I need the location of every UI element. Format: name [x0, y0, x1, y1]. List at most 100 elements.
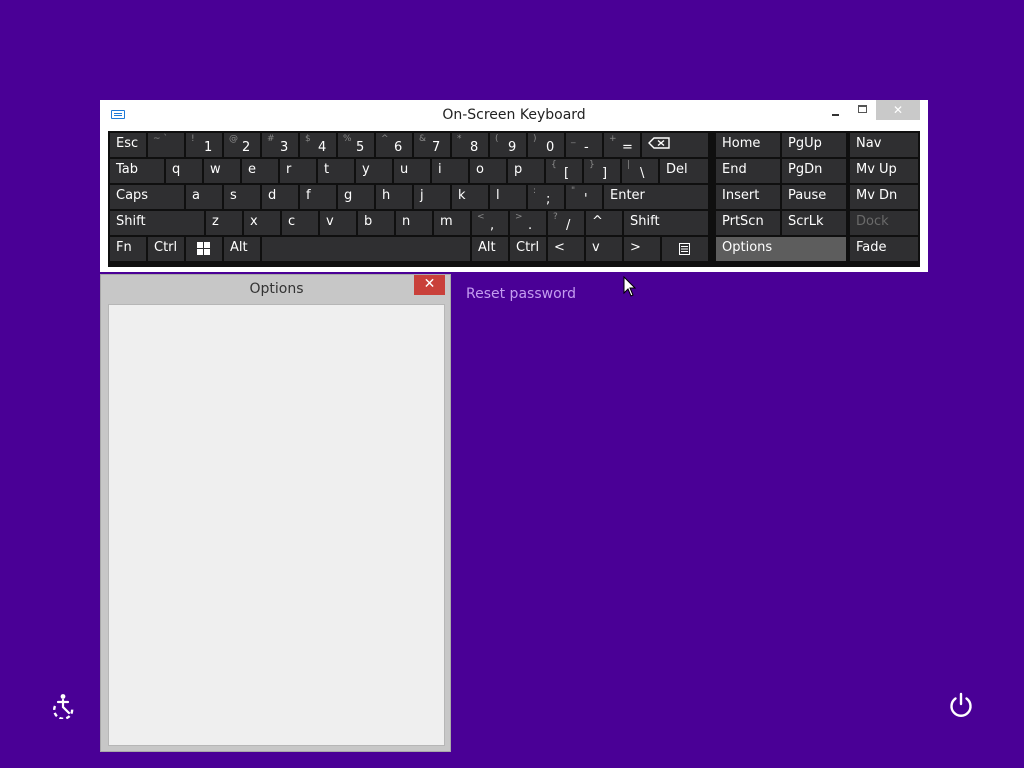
key-label: End	[722, 162, 747, 177]
osk-titlebar[interactable]: On-Screen Keyboard ✕	[100, 100, 928, 130]
key-1[interactable]: ! 1	[186, 133, 222, 157]
key-backspace[interactable]	[642, 133, 708, 157]
key-shift-left[interactable]: Shift	[110, 211, 204, 235]
ease-of-access-icon[interactable]	[50, 693, 78, 719]
key-pgup[interactable]: PgUp	[782, 133, 846, 157]
options-close-button[interactable]: ✕	[414, 275, 445, 295]
key-scrlk[interactable]: ScrLk	[782, 211, 846, 235]
key-x[interactable]: x	[244, 211, 280, 235]
key-n[interactable]: n	[396, 211, 432, 235]
key-0[interactable]: ) 0	[528, 133, 564, 157]
key-windows[interactable]	[186, 237, 222, 261]
key-g[interactable]: g	[338, 185, 374, 209]
key-insert[interactable]: Insert	[716, 185, 780, 209]
key-label: 2	[242, 140, 251, 155]
key-ctrl-right[interactable]: Ctrl	[510, 237, 546, 261]
key-quote[interactable]: " '	[566, 185, 602, 209]
key-end[interactable]: End	[716, 159, 780, 183]
key-alt-left[interactable]: Alt	[224, 237, 260, 261]
key-semicolon[interactable]: :;	[528, 185, 564, 209]
key-minus[interactable]: _ -	[566, 133, 602, 157]
key-arrow-up[interactable]: ^	[586, 211, 622, 235]
key-backslash[interactable]: | \	[622, 159, 658, 183]
key-c[interactable]: c	[282, 211, 318, 235]
maximize-button[interactable]	[850, 100, 874, 120]
key-i[interactable]: i	[432, 159, 468, 183]
key-h[interactable]: h	[376, 185, 412, 209]
key-enter[interactable]: Enter	[604, 185, 708, 209]
key-f[interactable]: f	[300, 185, 336, 209]
key-tab[interactable]: Tab	[110, 159, 164, 183]
key-e[interactable]: e	[242, 159, 278, 183]
key-close-bracket[interactable]: }]	[584, 159, 620, 183]
key-2[interactable]: @2	[224, 133, 260, 157]
key-k[interactable]: k	[452, 185, 488, 209]
key-b[interactable]: b	[358, 211, 394, 235]
key-alt-right[interactable]: Alt	[472, 237, 508, 261]
key-home[interactable]: Home	[716, 133, 780, 157]
key-v[interactable]: v	[320, 211, 356, 235]
key-u[interactable]: u	[394, 159, 430, 183]
on-screen-keyboard-window: On-Screen Keyboard ✕ Esc ~ ` ! 1 @2 #3 $4…	[100, 100, 928, 272]
key-tilde[interactable]: ~ `	[148, 133, 184, 157]
key-arrow-left[interactable]: <	[548, 237, 584, 261]
reset-password-link[interactable]: Reset password	[466, 286, 576, 302]
key-label: q	[172, 162, 181, 177]
key-label: u	[400, 162, 409, 177]
key-slash[interactable]: ? /	[548, 211, 584, 235]
key-3[interactable]: #3	[262, 133, 298, 157]
key-arrow-right[interactable]: >	[624, 237, 660, 261]
key-mv-up[interactable]: Mv Up	[850, 159, 918, 183]
power-icon[interactable]	[947, 691, 975, 719]
key-l[interactable]: l	[490, 185, 526, 209]
key-t[interactable]: t	[318, 159, 354, 183]
options-window-title: Options	[249, 281, 304, 297]
key-esc[interactable]: Esc	[110, 133, 146, 157]
key-8[interactable]: * 8	[452, 133, 488, 157]
key-fn[interactable]: Fn	[110, 237, 146, 261]
key-z[interactable]: z	[206, 211, 242, 235]
key-period[interactable]: >.	[510, 211, 546, 235]
key-6[interactable]: ^ 6	[376, 133, 412, 157]
key-s[interactable]: s	[224, 185, 260, 209]
key-context-menu[interactable]	[662, 237, 708, 261]
key-5[interactable]: % 5	[338, 133, 374, 157]
maximize-icon	[858, 105, 867, 113]
key-ctrl-left[interactable]: Ctrl	[148, 237, 184, 261]
key-m[interactable]: m	[434, 211, 470, 235]
key-pause[interactable]: Pause	[782, 185, 846, 209]
key-fade[interactable]: Fade	[850, 237, 918, 261]
key-sub-label: $	[305, 134, 311, 144]
key-r[interactable]: r	[280, 159, 316, 183]
key-arrow-down[interactable]: v	[586, 237, 622, 261]
key-j[interactable]: j	[414, 185, 450, 209]
close-button[interactable]: ✕	[876, 100, 920, 120]
key-d[interactable]: d	[262, 185, 298, 209]
key-equals[interactable]: + =	[604, 133, 640, 157]
key-9[interactable]: (9	[490, 133, 526, 157]
key-p[interactable]: p	[508, 159, 544, 183]
key-4[interactable]: $4	[300, 133, 336, 157]
key-a[interactable]: a	[186, 185, 222, 209]
key-shift-right[interactable]: Shift	[624, 211, 708, 235]
key-space[interactable]	[262, 237, 470, 261]
key-mv-dn[interactable]: Mv Dn	[850, 185, 918, 209]
key-w[interactable]: w	[204, 159, 240, 183]
key-q[interactable]: q	[166, 159, 202, 183]
key-prtscn[interactable]: PrtScn	[716, 211, 780, 235]
key-caps[interactable]: Caps	[110, 185, 184, 209]
key-open-bracket[interactable]: {[	[546, 159, 582, 183]
key-pgdn[interactable]: PgDn	[782, 159, 846, 183]
key-comma[interactable]: <,	[472, 211, 508, 235]
key-label: Mv Up	[856, 162, 897, 177]
key-nav[interactable]: Nav	[850, 133, 918, 157]
key-dock: Dock	[850, 211, 918, 235]
key-options[interactable]: Options	[716, 237, 846, 261]
key-sub-label: )	[533, 134, 537, 144]
minimize-button[interactable]	[824, 100, 848, 120]
key-y[interactable]: y	[356, 159, 392, 183]
key-o[interactable]: o	[470, 159, 506, 183]
key-label: PgUp	[788, 136, 822, 151]
key-7[interactable]: & 7	[414, 133, 450, 157]
key-del[interactable]: Del	[660, 159, 708, 183]
